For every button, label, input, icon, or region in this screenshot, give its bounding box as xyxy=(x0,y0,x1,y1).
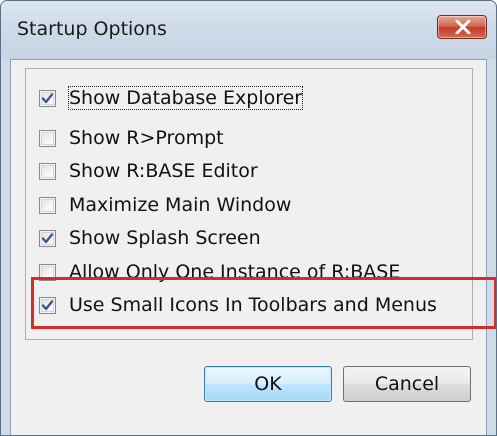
options-group: Show Database Explorer Show R>Prompt Sho… xyxy=(25,68,496,340)
checkmark-icon xyxy=(41,232,54,243)
option-label: Show Splash Screen xyxy=(69,227,261,249)
checkbox-show-rbase-editor[interactable] xyxy=(39,162,56,180)
option-show-splash-screen[interactable]: Show Splash Screen xyxy=(39,221,261,255)
option-show-r-prompt[interactable]: Show R>Prompt xyxy=(39,121,224,155)
option-show-database-explorer[interactable]: Show Database Explorer xyxy=(39,81,304,115)
checkbox-show-splash-screen[interactable] xyxy=(39,229,56,247)
startup-options-dialog: Startup Options Show Database Explorer S… xyxy=(0,0,497,436)
close-icon xyxy=(455,20,471,34)
dialog-title: Startup Options xyxy=(17,18,167,40)
checkbox-show-r-prompt[interactable] xyxy=(39,129,56,147)
option-label: Maximize Main Window xyxy=(69,194,292,216)
option-label: Show R>Prompt xyxy=(69,127,224,149)
option-use-small-icons[interactable]: Use Small Icons In Toolbars and Menus xyxy=(39,288,437,322)
title-bar[interactable]: Startup Options xyxy=(1,1,496,59)
checkbox-maximize-main-window[interactable] xyxy=(39,196,56,214)
checkmark-icon xyxy=(41,299,54,310)
dialog-body: Show Database Explorer Show R>Prompt Sho… xyxy=(10,59,496,435)
close-button[interactable] xyxy=(437,15,487,39)
option-show-rbase-editor[interactable]: Show R:BASE Editor xyxy=(39,154,258,188)
checkbox-allow-one-instance[interactable] xyxy=(39,263,56,281)
option-allow-one-instance[interactable]: Allow Only One Instance of R:BASE xyxy=(39,255,400,289)
ok-button[interactable]: OK xyxy=(204,366,332,402)
cancel-button[interactable]: Cancel xyxy=(343,366,471,402)
checkbox-use-small-icons[interactable] xyxy=(39,296,56,314)
checkmark-icon xyxy=(41,92,54,103)
option-label: Show Database Explorer xyxy=(67,86,304,110)
option-label: Allow Only One Instance of R:BASE xyxy=(69,261,401,283)
option-label: Show R:BASE Editor xyxy=(69,160,258,182)
option-label: Use Small Icons In Toolbars and Menus xyxy=(69,294,437,316)
option-maximize-main-window[interactable]: Maximize Main Window xyxy=(39,188,291,222)
checkbox-show-database-explorer[interactable] xyxy=(39,89,56,107)
